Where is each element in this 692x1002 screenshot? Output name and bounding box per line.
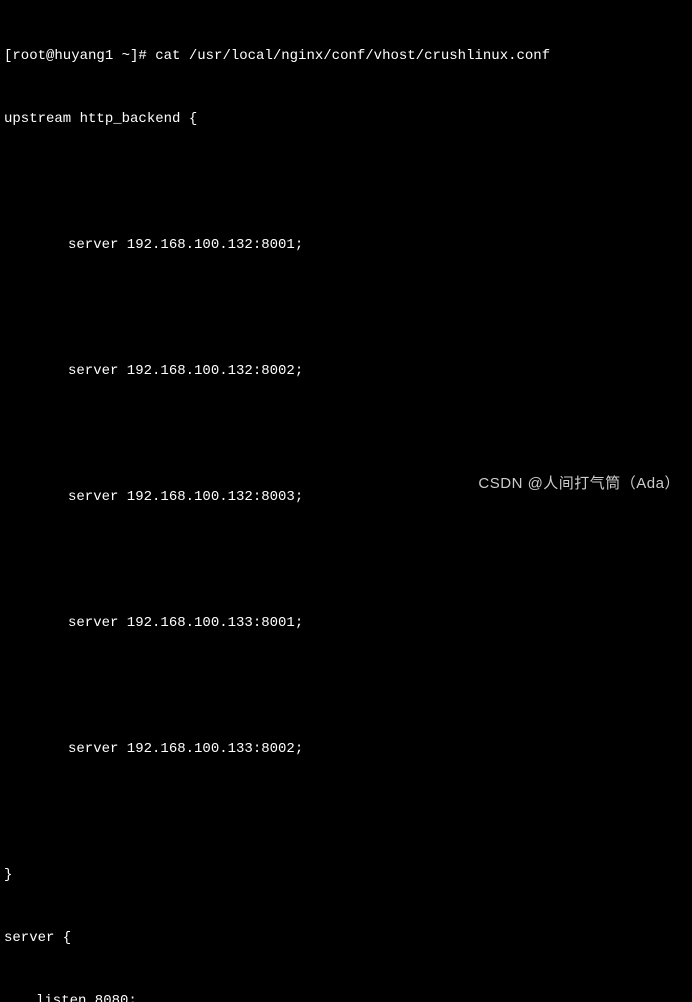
config-server-open: server {: [4, 928, 688, 949]
upstream-server-4: server 192.168.100.133:8001;: [4, 613, 688, 634]
config-upstream-open: upstream http_backend {: [4, 109, 688, 130]
upstream-server-1: server 192.168.100.132:8001;: [4, 235, 688, 256]
upstream-server-2: server 192.168.100.132:8002;: [4, 361, 688, 382]
shell-prompt: [root@huyang1 ~]#: [4, 46, 155, 67]
upstream-server-5: server 192.168.100.133:8002;: [4, 739, 688, 760]
blank-line: [4, 550, 688, 571]
blank-line: [4, 424, 688, 445]
command-line[interactable]: [root@huyang1 ~]# cat /usr/local/nginx/c…: [4, 46, 688, 67]
blank-line: [4, 802, 688, 823]
config-listen: listen 8080;: [4, 991, 688, 1002]
blank-line: [4, 172, 688, 193]
config-upstream-close: }: [4, 865, 688, 886]
watermark-text: CSDN @人间打气筒（Ada）: [478, 473, 680, 496]
command-text: cat /usr/local/nginx/conf/vhost/crushlin…: [155, 46, 550, 67]
terminal-output: [root@huyang1 ~]# cat /usr/local/nginx/c…: [4, 4, 688, 1002]
blank-line: [4, 298, 688, 319]
blank-line: [4, 676, 688, 697]
